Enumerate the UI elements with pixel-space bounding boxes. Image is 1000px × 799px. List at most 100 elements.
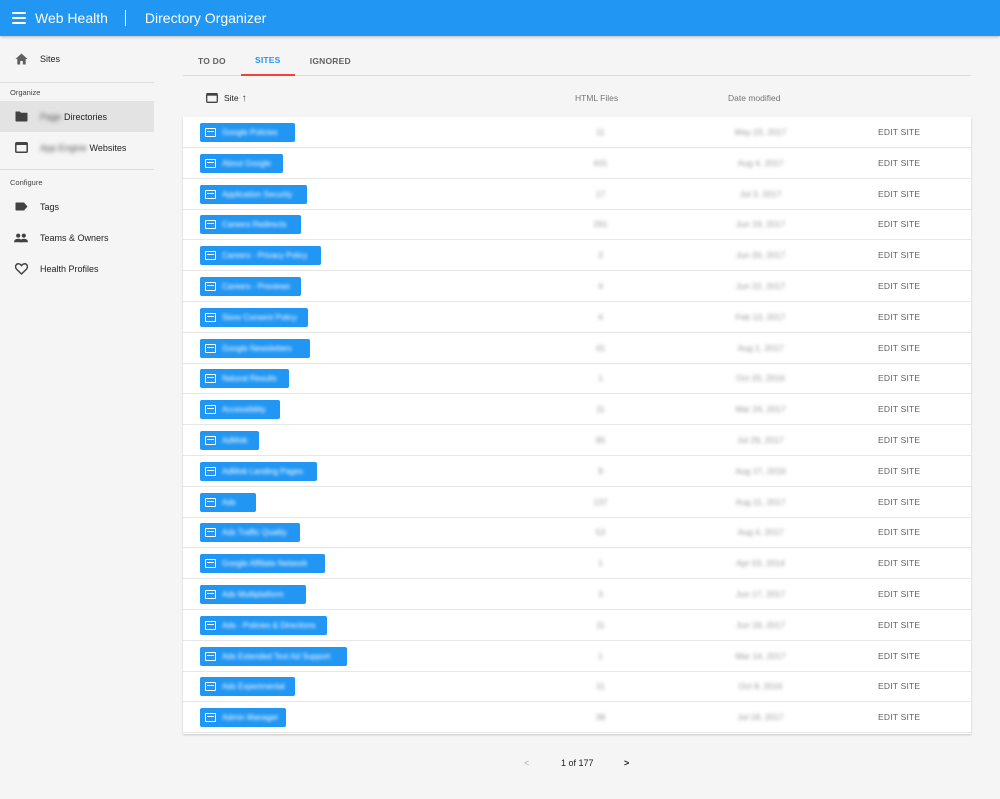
date-modified-column-header[interactable]: Date modified xyxy=(728,93,780,103)
date-modified: Aug 4, 2017 xyxy=(737,527,784,538)
web-icon xyxy=(14,141,28,155)
site-chip[interactable]: Admin Manager xyxy=(200,708,286,728)
edit-site-button[interactable]: EDIT SITE xyxy=(878,189,920,199)
site-chip[interactable]: Ads Traffic Quality xyxy=(200,523,300,543)
site-chip[interactable]: Ads Multiplatform xyxy=(200,585,306,604)
site-name: Ads Traffic Quality xyxy=(222,528,287,538)
site-name: Google Newsletters xyxy=(222,343,292,353)
site-chip[interactable]: About Google xyxy=(200,153,283,173)
edit-site-button[interactable]: EDIT SITE xyxy=(878,527,920,537)
table-row: Careers - Previews 4 Jun 22, 2017 EDIT SITE xyxy=(183,271,971,302)
edit-site-button[interactable]: EDIT SITE xyxy=(878,250,920,260)
site-chip[interactable]: Application Security xyxy=(200,184,307,204)
app-bar: Web Health Directory Organizer xyxy=(0,0,1000,36)
edit-site-button[interactable]: EDIT SITE xyxy=(878,281,920,291)
web-icon xyxy=(205,497,216,507)
table-row: Application Security 17 Jul 3, 2017 EDIT SI… xyxy=(183,179,971,210)
page-indicator: 1 of 177 xyxy=(561,758,594,768)
site-chip[interactable]: Careers - Previews xyxy=(200,277,301,296)
next-page-button[interactable]: > xyxy=(624,758,629,768)
table-row: About Google 431 Aug 4, 2017 EDIT SITE xyxy=(183,148,971,179)
html-files-count: 3 xyxy=(598,250,603,261)
site-chip[interactable]: AdMob Landing Pages xyxy=(200,461,317,481)
site-chip[interactable]: Ads Extended Text Ad Support xyxy=(200,646,347,666)
site-name: Application Security xyxy=(222,189,293,199)
site-chip[interactable]: Accessibility xyxy=(200,400,280,420)
edit-site-button[interactable]: EDIT SITE xyxy=(878,620,920,630)
sidebar-item-sites[interactable]: Sites xyxy=(0,36,154,83)
edit-site-button[interactable]: EDIT SITE xyxy=(878,435,920,445)
html-files-column-header[interactable]: HTML Files xyxy=(575,93,618,103)
web-icon xyxy=(205,436,216,445)
site-header-label: Site xyxy=(224,93,239,103)
site-chip[interactable]: Natural Results xyxy=(200,369,289,389)
html-files-count: 95 xyxy=(595,435,606,445)
section-title: Directory Organizer xyxy=(144,10,267,26)
date-modified: Feb 13, 2017 xyxy=(735,311,786,322)
edit-site-button[interactable]: EDIT SITE xyxy=(878,312,920,322)
title-divider xyxy=(124,10,126,26)
html-files-count: 17 xyxy=(595,188,606,199)
date-modified: Aug 17, 2016 xyxy=(735,465,786,476)
table-row: Ads 137 Aug 11, 2017 EDIT SITE xyxy=(183,487,971,518)
html-files-count: 11 xyxy=(596,681,605,692)
site-chip[interactable]: Careers - Privacy Policy xyxy=(200,246,321,266)
site-name: Careers - Previews xyxy=(222,282,291,291)
date-modified: Jun 22, 2017 xyxy=(735,281,786,291)
edit-site-button[interactable]: EDIT SITE xyxy=(878,404,920,414)
site-chip[interactable]: Ads Experimental xyxy=(200,677,295,697)
web-icon xyxy=(205,405,216,415)
previous-page-button[interactable]: < xyxy=(524,758,529,768)
sort-arrow-icon[interactable]: ↑ xyxy=(242,93,247,104)
table-row: Ads Traffic Quality 53 Aug 4, 2017 EDIT SIT… xyxy=(183,517,971,549)
site-chip[interactable]: Google Newsletters xyxy=(200,338,310,358)
edit-site-button[interactable]: EDIT SITE xyxy=(878,681,920,691)
sidebar: Sites Organize Page Directories App Engi… xyxy=(0,36,154,799)
site-chip[interactable]: Store Consent Policy xyxy=(200,307,308,327)
tab-sites[interactable]: SITES xyxy=(240,46,295,76)
sidebar-item-directories[interactable]: Page Directories xyxy=(0,101,154,132)
site-chip[interactable]: Google Policies xyxy=(200,123,295,142)
date-modified: Jun 17, 2017 xyxy=(735,589,786,599)
edit-site-button[interactable]: EDIT SITE xyxy=(878,343,920,353)
html-files-count: 11 xyxy=(596,404,605,415)
blurred-text: App Engine xyxy=(40,142,87,153)
site-chip[interactable]: Ads xyxy=(200,492,256,512)
edit-site-button[interactable]: EDIT SITE xyxy=(878,558,920,568)
edit-site-button[interactable]: EDIT SITE xyxy=(878,158,920,168)
site-chip[interactable]: AdMob xyxy=(200,431,259,450)
web-icon xyxy=(206,93,218,103)
edit-site-button[interactable]: EDIT SITE xyxy=(878,219,920,229)
edit-site-button[interactable]: EDIT SITE xyxy=(878,712,920,722)
site-chip[interactable]: Google Affiliate Network xyxy=(200,554,325,574)
sidebar-item-label: Health Profiles xyxy=(40,263,99,274)
web-icon xyxy=(205,590,216,599)
sidebar-item-label: Sites xyxy=(40,54,61,64)
sidebar-item-teams-owners[interactable]: Teams & Owners xyxy=(0,222,154,253)
sidebar-item-health-profiles[interactable]: Health Profiles xyxy=(0,253,154,284)
site-chip[interactable]: Careers Redirects xyxy=(200,215,301,235)
web-icon xyxy=(205,282,216,291)
table-row: Google Affiliate Network 1 Apr 03, 2014 EDI… xyxy=(183,548,971,580)
edit-site-button[interactable]: EDIT SITE xyxy=(878,651,920,661)
site-chip[interactable]: Ads - Policies & Directions xyxy=(200,615,327,635)
menu-icon[interactable] xyxy=(12,12,26,24)
edit-site-button[interactable]: EDIT SITE xyxy=(878,466,920,476)
html-files-count: 431 xyxy=(593,157,608,168)
people-icon xyxy=(14,231,28,245)
edit-site-button[interactable]: EDIT SITE xyxy=(878,127,920,137)
site-column-header[interactable]: Site ↑ xyxy=(206,93,247,104)
edit-site-button[interactable]: EDIT SITE xyxy=(878,589,920,599)
html-files-count: 53 xyxy=(595,527,606,538)
web-icon xyxy=(205,559,216,569)
blurred-text: Page xyxy=(40,111,62,122)
sidebar-item-tags[interactable]: Tags xyxy=(0,191,154,222)
tab-to-do[interactable]: TO DO xyxy=(183,46,241,76)
sidebar-item-websites[interactable]: App Engine Websites xyxy=(0,132,154,163)
html-files-count: 1 xyxy=(598,373,603,384)
edit-site-button[interactable]: EDIT SITE xyxy=(878,373,920,383)
edit-site-button[interactable]: EDIT SITE xyxy=(878,497,920,507)
site-name: Admin Manager xyxy=(222,713,279,723)
date-modified: Mar 14, 2017 xyxy=(735,650,786,661)
tab-ignored[interactable]: IGNORED xyxy=(295,46,366,76)
